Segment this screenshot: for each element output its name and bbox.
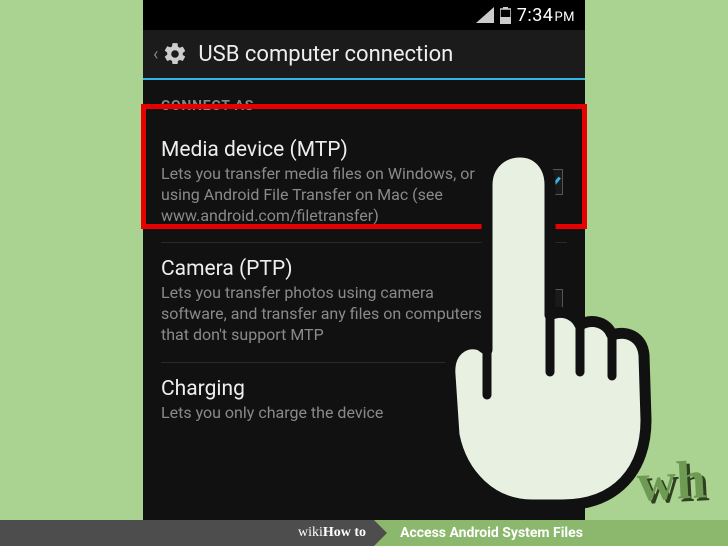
header-title: USB computer connection <box>198 42 453 67</box>
section-label: CONNECT AS <box>161 98 567 114</box>
checkbox-charging[interactable] <box>537 387 563 413</box>
option-title: Media device (MTP) <box>161 138 501 162</box>
back-icon[interactable]: ‹ <box>153 44 158 65</box>
option-ptp[interactable]: Camera (PTP) Lets you transfer photos us… <box>161 243 567 362</box>
wikihow-watermark: wH <box>635 448 707 514</box>
option-subtitle: Lets you only charge the device <box>161 403 501 424</box>
gear-icon <box>162 41 188 67</box>
battery-icon <box>500 7 511 24</box>
option-mtp[interactable]: Media device (MTP) Lets you transfer med… <box>161 124 567 243</box>
option-charging[interactable]: Charging Lets you only charge the device <box>161 363 567 440</box>
checkbox-mtp[interactable] <box>537 169 563 195</box>
option-subtitle: Lets you transfer photos using camera so… <box>161 283 501 345</box>
phone-frame: 7:34PM ‹ USB computer connection CONNECT… <box>143 0 585 546</box>
status-time: 7:34PM <box>517 5 575 26</box>
option-subtitle: Lets you transfer media files on Windows… <box>161 164 501 226</box>
footer-bar: wikiHow to Access Android System Files <box>0 520 728 546</box>
option-title: Camera (PTP) <box>161 257 501 281</box>
status-bar: 7:34PM <box>143 0 585 30</box>
settings-body: CONNECT AS Media device (MTP) Lets you t… <box>143 80 585 546</box>
wikihow-logo: wikiHow to <box>0 520 374 546</box>
checkbox-ptp[interactable] <box>537 289 563 315</box>
settings-header[interactable]: ‹ USB computer connection <box>143 30 585 80</box>
footer-title: Access Android System Files <box>374 520 728 546</box>
option-title: Charging <box>161 377 501 401</box>
signal-icon <box>476 7 494 23</box>
